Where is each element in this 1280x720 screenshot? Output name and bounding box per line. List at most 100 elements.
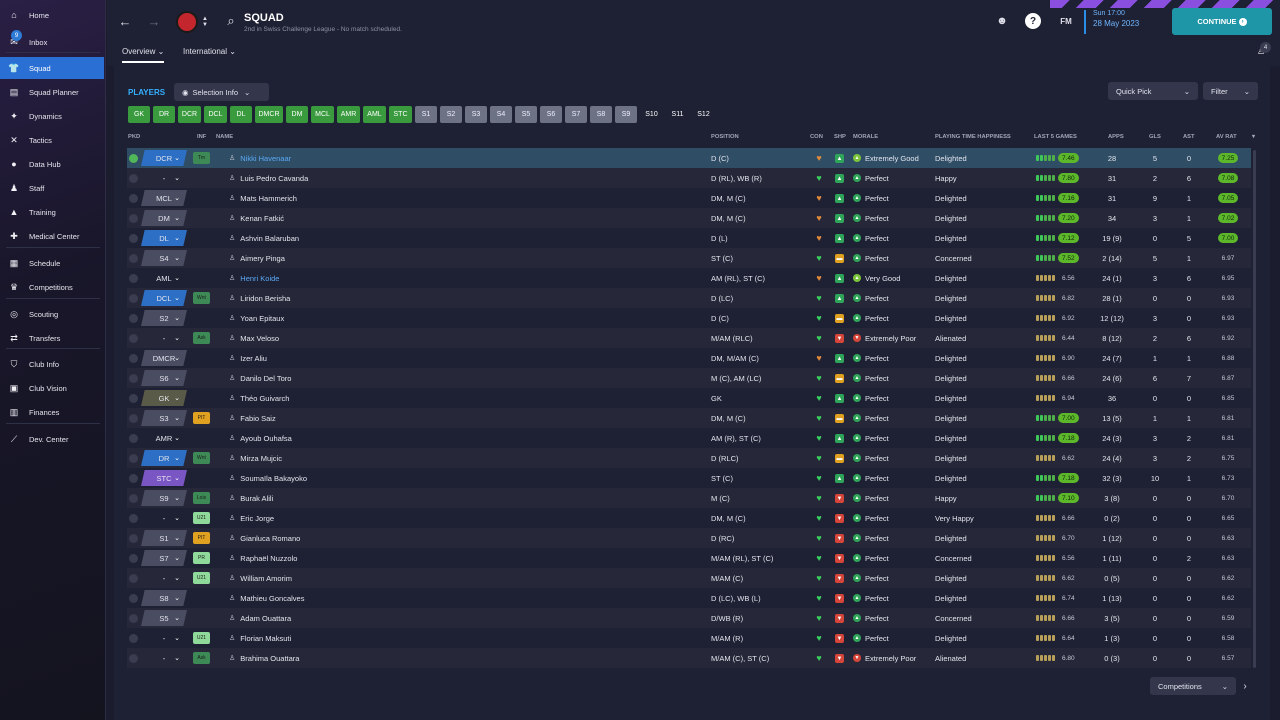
table-row[interactable]: S1 ⌄ PIT ♙ Gianluca Romano D (RC) ♥ ▼ ▲ Perfect De… bbox=[127, 528, 1251, 548]
picked-indicator[interactable] bbox=[128, 148, 138, 168]
picked-indicator[interactable] bbox=[128, 288, 138, 308]
table-row[interactable]: S5 ⌄ ♙ Adam Ouattara D/WB (R) ♥ ▼ ▲ Perfect Conce… bbox=[127, 608, 1251, 628]
chevron-down-icon[interactable]: ⌄ bbox=[172, 528, 182, 548]
sidebar-item-data-hub[interactable]: ● Data Hub bbox=[0, 153, 104, 175]
position-chip[interactable]: S1 bbox=[415, 106, 437, 123]
sidebar-item-training[interactable]: ▲ Training bbox=[0, 201, 104, 223]
column-header-name[interactable]: NAME bbox=[216, 134, 233, 140]
chevron-down-icon[interactable]: ⌄ bbox=[172, 608, 182, 628]
table-row[interactable]: S8 ⌄ ♙ Mathieu Goncalves D (LC), WB (L) ♥ ▼ ▲ Pe… bbox=[127, 588, 1251, 608]
column-header-morale[interactable]: MORALE bbox=[853, 134, 878, 140]
sidebar-item-squad-planner[interactable]: ▤ Squad Planner bbox=[0, 81, 104, 103]
player-name[interactable]: ♙ Ayoub Ouhafsa bbox=[229, 428, 429, 448]
sidebar-item-staff[interactable]: ♟ Staff bbox=[0, 177, 104, 199]
column-header-avrat[interactable]: AV RAT bbox=[1216, 134, 1237, 140]
position-chip[interactable]: S8 bbox=[590, 106, 612, 123]
table-row[interactable]: - ⌄ Ask ♙ Brahima Ouattara M/AM (C), ST (C) ♥ ▼… bbox=[127, 648, 1251, 668]
player-name[interactable]: ♙ Max Veloso bbox=[229, 328, 429, 348]
table-row[interactable]: - ⌄ U21 ♙ William Amorim M/AM (C) ♥ ▼ ▲ Perfect De… bbox=[127, 568, 1251, 588]
club-badge[interactable] bbox=[176, 11, 198, 33]
picked-indicator[interactable] bbox=[128, 588, 138, 608]
picked-indicator[interactable] bbox=[128, 548, 138, 568]
table-row[interactable]: DR ⌄ Wnt ♙ Mirza Mujcic D (RLC) ♥ ▬ ▲ Perfect Deli… bbox=[127, 448, 1251, 468]
position-chip[interactable]: STC bbox=[389, 106, 412, 123]
position-chip[interactable]: S3 bbox=[465, 106, 487, 123]
chevron-down-icon[interactable]: ⌄ bbox=[172, 188, 182, 208]
picked-indicator[interactable] bbox=[128, 348, 138, 368]
picked-indicator[interactable] bbox=[128, 268, 138, 288]
picked-indicator[interactable] bbox=[128, 508, 138, 528]
table-row[interactable]: DCR ⌄ Trn ♙ Nikki Havenaar D (C) ♥ ▲ ▲ Extremely … bbox=[127, 148, 1251, 168]
chevron-right-icon[interactable]: › bbox=[1240, 679, 1250, 693]
position-chip[interactable]: AMR bbox=[337, 106, 360, 123]
picked-indicator[interactable] bbox=[128, 448, 138, 468]
player-name[interactable]: ♙ Adam Ouattara bbox=[229, 608, 429, 628]
sidebar-item-competitions[interactable]: ♛ Competitions bbox=[0, 276, 104, 298]
position-chip[interactable]: DR bbox=[153, 106, 175, 123]
column-header-apps[interactable]: APPS bbox=[1108, 134, 1124, 140]
position-chip[interactable]: DMCR bbox=[255, 106, 283, 123]
position-chip[interactable]: GK bbox=[128, 106, 150, 123]
column-header-pkd[interactable]: PKD bbox=[128, 134, 140, 140]
back-arrow-icon[interactable]: ← bbox=[117, 12, 133, 30]
player-name[interactable]: ♙ Nikki Havenaar bbox=[229, 148, 429, 168]
club-switch-icon[interactable]: ▲ ▼ bbox=[200, 10, 210, 34]
tab-international[interactable]: International ⌄ bbox=[183, 47, 236, 63]
sidebar-item-medical-center[interactable]: ✚ Medical Center bbox=[0, 225, 104, 247]
player-name[interactable]: ♙ Ashvin Balaruban bbox=[229, 228, 429, 248]
position-chip[interactable]: S7 bbox=[565, 106, 587, 123]
chevron-down-icon[interactable]: ⌄ bbox=[172, 508, 182, 528]
position-chip[interactable]: DM bbox=[286, 106, 308, 123]
sidebar-item-schedule[interactable]: ▦ Schedule bbox=[0, 252, 104, 274]
column-header-con[interactable]: CON bbox=[810, 134, 823, 140]
player-name[interactable]: ♙ Soumaïla Bakayoko bbox=[229, 468, 429, 488]
player-name[interactable]: ♙ Mirza Mujcic bbox=[229, 448, 429, 468]
filter-button[interactable]: Filter ⌄ bbox=[1203, 82, 1258, 100]
player-name[interactable]: ♙ Brahima Ouattara bbox=[229, 648, 429, 668]
player-name[interactable]: ♙ Eric Jorge bbox=[229, 508, 429, 528]
column-header-happiness[interactable]: PLAYING TIME HAPPINESS bbox=[935, 134, 1011, 140]
column-header-ast[interactable]: AST bbox=[1183, 134, 1195, 140]
player-name[interactable]: ♙ Henri Koide bbox=[229, 268, 429, 288]
forward-arrow-icon[interactable]: → bbox=[146, 12, 162, 30]
player-name[interactable]: ♙ Danilo Del Toro bbox=[229, 368, 429, 388]
player-name[interactable]: ♙ Mats Hammerich bbox=[229, 188, 429, 208]
help-icon[interactable]: ? bbox=[1025, 13, 1041, 29]
game-date[interactable]: Sun 17:00 28 May 2023 bbox=[1084, 10, 1139, 34]
picked-indicator[interactable] bbox=[128, 408, 138, 428]
column-header-inf[interactable]: INF bbox=[197, 134, 206, 140]
chevron-down-icon[interactable]: ⌄ bbox=[172, 628, 182, 648]
chevron-down-icon[interactable]: ⌄ bbox=[172, 148, 182, 168]
picked-indicator[interactable] bbox=[128, 468, 138, 488]
sidebar-item-home[interactable]: ⌂ Home bbox=[0, 4, 104, 26]
chevron-down-icon[interactable]: ⌄ bbox=[172, 588, 182, 608]
selection-info-button[interactable]: ◉ Selection Info ⌄ bbox=[174, 83, 269, 101]
table-row[interactable]: STC ⌄ ♙ Soumaïla Bakayoko ST (C) ♥ ▲ ▲ Perfect De… bbox=[127, 468, 1251, 488]
position-chip[interactable]: S12 bbox=[692, 106, 715, 123]
player-name[interactable]: ♙ Florian Maksuti bbox=[229, 628, 429, 648]
player-name[interactable]: ♙ Aimery Pinga bbox=[229, 248, 429, 268]
quick-pick-button[interactable]: Quick Pick ⌄ bbox=[1108, 82, 1198, 100]
table-row[interactable]: - ⌄ U21 ♙ Florian Maksuti M/AM (R) ♥ ▼ ▲ Perfect D… bbox=[127, 628, 1251, 648]
picked-indicator[interactable] bbox=[128, 488, 138, 508]
chevron-down-icon[interactable]: ⌄ bbox=[172, 468, 182, 488]
picked-indicator[interactable] bbox=[128, 568, 138, 588]
table-row[interactable]: S7 ⌄ PR ♙ Raphaël Nuzzolo M/AM (RL), ST (C) ♥ ▼… bbox=[127, 548, 1251, 568]
sidebar-item-club-vision[interactable]: ▣ Club Vision bbox=[0, 377, 104, 399]
player-name[interactable]: ♙ Kenan Fatkić bbox=[229, 208, 429, 228]
position-chip[interactable]: AML bbox=[363, 106, 386, 123]
chevron-down-icon[interactable]: ⌄ bbox=[172, 368, 182, 388]
picked-indicator[interactable] bbox=[128, 388, 138, 408]
table-row[interactable]: AML ⌄ ♙ Henri Koide AM (RL), ST (C) ♥ ▲ ▲ Very G… bbox=[127, 268, 1251, 288]
chevron-down-icon[interactable]: ⌄ bbox=[172, 408, 182, 428]
table-row[interactable]: S9 ⌄ Lois ♙ Burak Alili M (C) ♥ ▼ ▲ Perfect Happy 7… bbox=[127, 488, 1251, 508]
chevron-down-icon[interactable]: ⌄ bbox=[172, 388, 182, 408]
chevron-down-icon[interactable]: ⌄ bbox=[172, 348, 182, 368]
competitions-dropdown[interactable]: Competitions ⌄ bbox=[1150, 677, 1236, 695]
player-name[interactable]: ♙ Mathieu Goncalves bbox=[229, 588, 429, 608]
picked-indicator[interactable] bbox=[128, 628, 138, 648]
sort-arrow-icon[interactable]: ▾ bbox=[1252, 134, 1255, 140]
player-name[interactable]: ♙ Théo Guivarch bbox=[229, 388, 429, 408]
picked-indicator[interactable] bbox=[128, 648, 138, 668]
position-chip[interactable]: DCL bbox=[204, 106, 227, 123]
